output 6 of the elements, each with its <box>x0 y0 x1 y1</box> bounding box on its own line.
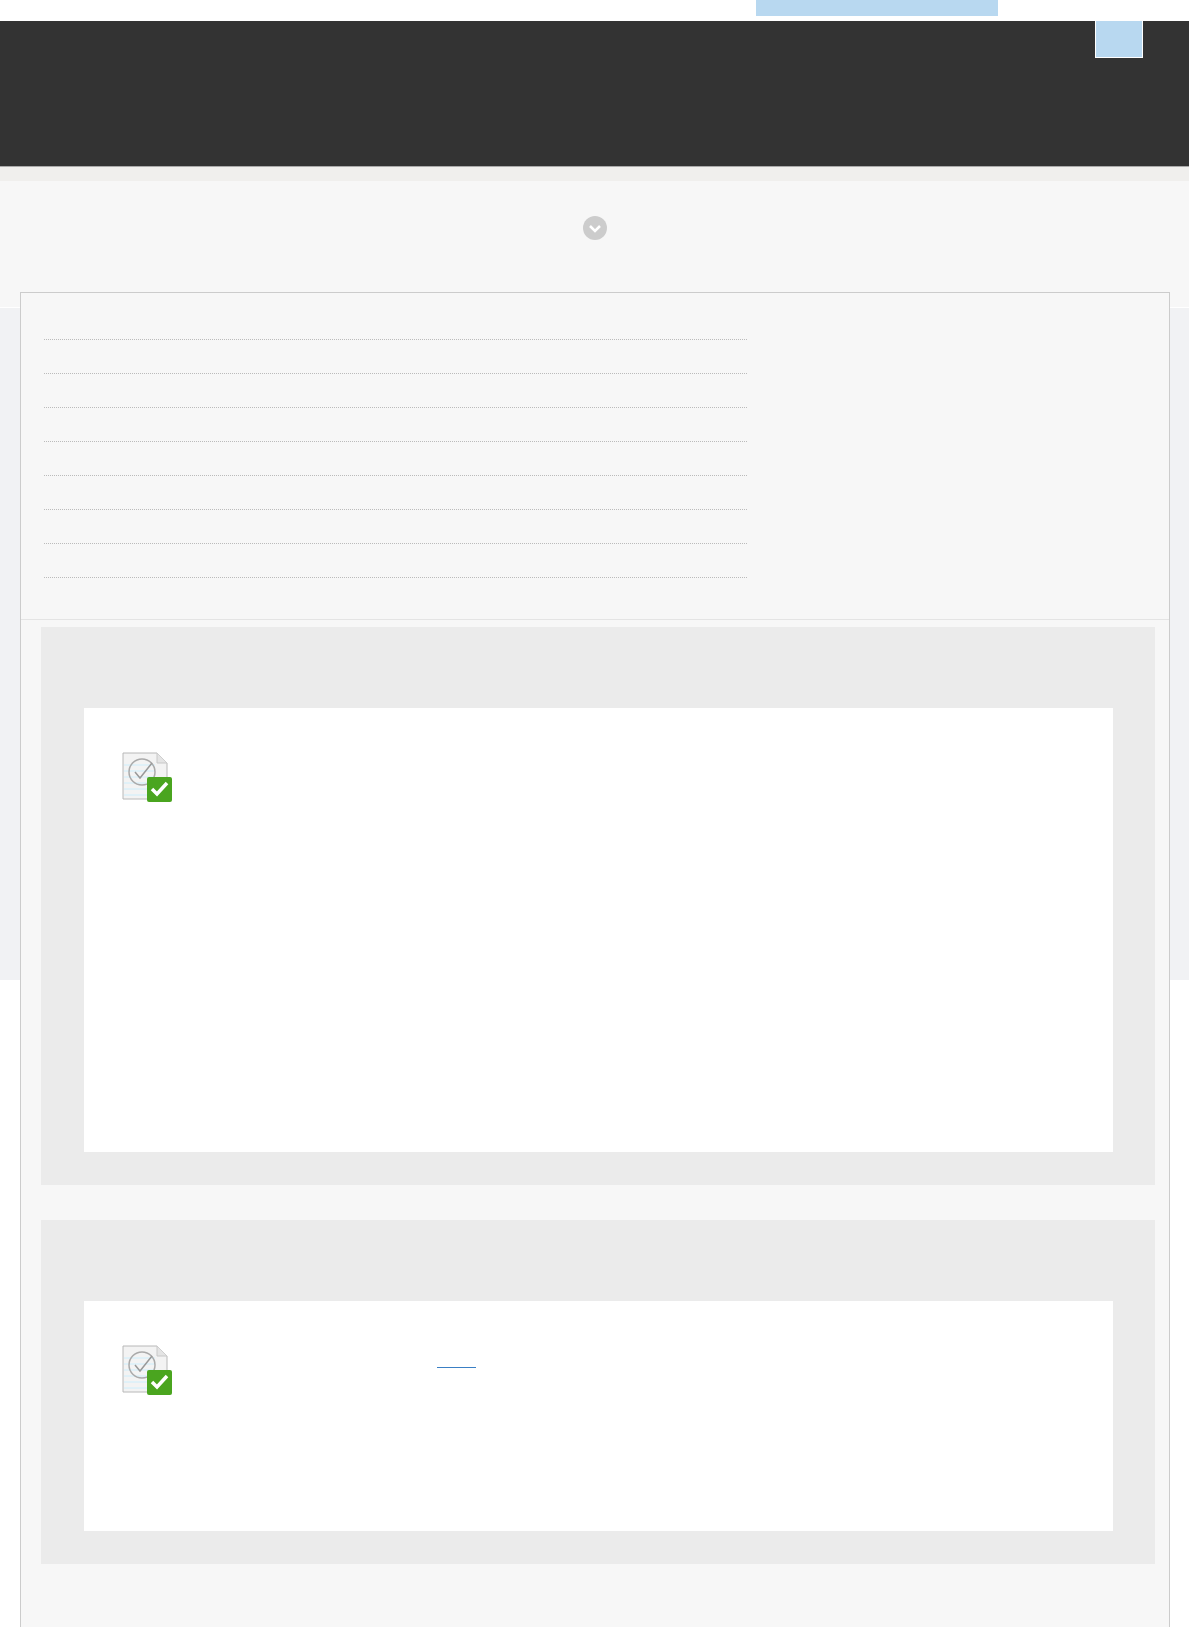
document-check-icon <box>121 1344 173 1396</box>
header-button[interactable] <box>1095 21 1143 58</box>
link-underline[interactable] <box>437 1367 476 1368</box>
document-check-icon <box>121 751 173 803</box>
chevron-down-icon[interactable] <box>581 215 608 241</box>
tab-highlight[interactable] <box>756 0 998 16</box>
